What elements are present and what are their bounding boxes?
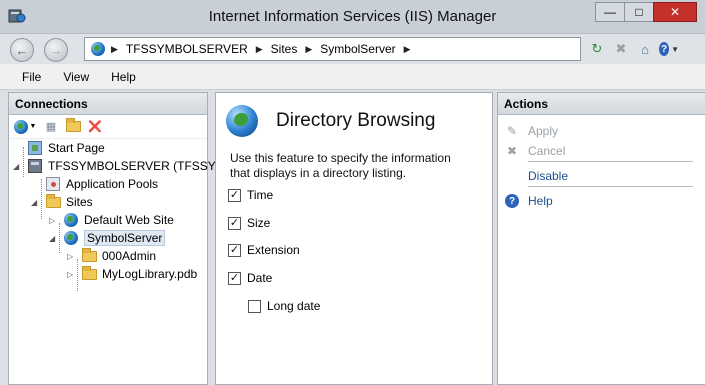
tree-item-start-page[interactable]: Start Page [13, 139, 105, 157]
home-icon[interactable]: ⌂ [635, 39, 655, 59]
option-date[interactable]: ✓ Date [228, 271, 272, 285]
dropdown-arrow-icon[interactable]: ▼ [29, 119, 37, 135]
breadcrumb-sites[interactable]: Sites [271, 42, 298, 56]
crumb-separator-icon: ▶ [403, 43, 411, 54]
folder-icon [81, 265, 97, 280]
tree-item-symbolserver[interactable]: ◢ SymbolServer [49, 229, 166, 247]
sites-folder-icon [45, 193, 61, 208]
window-controls: — □ ✕ [595, 2, 697, 22]
breadcrumb-server[interactable]: TFSSYMBOLSERVER [126, 42, 248, 56]
address-bar[interactable]: ▶ TFSSYMBOLSERVER ▶ Sites ▶ SymbolServer… [84, 37, 581, 61]
minimize-button[interactable]: — [595, 2, 625, 22]
menu-help[interactable]: Help [111, 70, 136, 84]
tree-item-server[interactable]: ◢ TFSSYMBOLSERVER (TFSSYM [13, 157, 226, 175]
website-globe-icon [64, 213, 78, 227]
expand-arrow-icon[interactable]: ▷ [67, 252, 77, 261]
forward-button[interactable]: → [44, 38, 68, 62]
cancel-icon: ✖ [506, 144, 518, 158]
server-icon [28, 159, 42, 173]
feature-description: Use this feature to specify the informat… [230, 151, 451, 180]
folder-icon [81, 247, 97, 262]
menu-view[interactable]: View [63, 70, 89, 84]
time-label: Time [247, 188, 274, 202]
apply-action[interactable]: ✎ Apply [504, 123, 558, 139]
help-dropdown-icon[interactable]: ? ▼ [659, 39, 679, 59]
breadcrumb-site[interactable]: SymbolServer [320, 42, 395, 56]
stop-icon[interactable]: ✖ [611, 39, 631, 59]
help-icon: ? [505, 194, 519, 208]
up-folder-icon[interactable] [65, 118, 81, 135]
connect-globe-icon[interactable] [13, 119, 29, 135]
cancel-action[interactable]: ✖ Cancel [504, 143, 565, 159]
refresh-icon[interactable]: ↻ [587, 39, 607, 59]
long-date-label: Long date [267, 299, 321, 313]
globe-icon [91, 42, 105, 56]
crumb-separator-icon: ▶ [255, 43, 263, 54]
maximize-button[interactable]: □ [624, 2, 654, 22]
navigation-bar: ← → ▶ TFSSYMBOLSERVER ▶ Sites ▶ SymbolSe… [0, 34, 705, 64]
extension-checkbox[interactable]: ✓ [228, 243, 241, 257]
menu-file[interactable]: File [22, 70, 41, 84]
disable-action[interactable]: Disable [504, 168, 568, 184]
crumb-separator-icon: ▶ [111, 43, 118, 54]
option-time[interactable]: ✓ Time [228, 188, 273, 202]
back-button[interactable]: ← [10, 38, 34, 62]
save-icon[interactable]: ▦ [43, 119, 59, 135]
size-label: Size [247, 216, 271, 230]
apply-icon: ✎ [506, 124, 518, 138]
nav-toolbar: ↻ ✖ ⌂ ? ▼ [587, 39, 679, 59]
actions-header: Actions [498, 93, 705, 115]
menu-bar: File View Help [0, 64, 705, 90]
collapse-arrow-icon[interactable]: ◢ [31, 198, 41, 207]
tree-item-application-pools[interactable]: Application Pools [31, 175, 158, 193]
collapse-arrow-icon[interactable]: ◢ [13, 162, 23, 171]
actions-panel: Actions ✎ Apply ✖ Cancel Disable ? Help [497, 92, 705, 385]
disconnect-icon[interactable]: ❌ [87, 119, 103, 135]
tree-item-default-web-site[interactable]: ▷ Default Web Site [49, 211, 174, 229]
option-long-date[interactable]: Long date [248, 299, 320, 313]
application-pools-icon [46, 177, 60, 191]
help-action[interactable]: ? Help [504, 193, 553, 209]
long-date-checkbox[interactable] [248, 299, 261, 313]
connections-tree: Start Page ◢ TFSSYMBOLSERVER (TFSSYM App… [9, 139, 226, 291]
crumb-separator-icon: ▶ [305, 43, 313, 54]
option-extension[interactable]: ✓ Extension [228, 243, 300, 257]
website-globe-icon [64, 231, 78, 245]
time-checkbox[interactable]: ✓ [228, 188, 241, 202]
directory-browsing-icon [226, 105, 258, 137]
close-button[interactable]: ✕ [653, 2, 697, 22]
tree-item-000admin[interactable]: ▷ 000Admin [67, 247, 156, 265]
title-bar: Internet Information Services (IIS) Mana… [0, 0, 705, 34]
tree-item-myloglibrary[interactable]: ▷ MyLogLibrary.pdb [67, 265, 197, 283]
feature-header: Directory Browsing [226, 105, 435, 137]
date-checkbox[interactable]: ✓ [228, 271, 241, 285]
date-label: Date [247, 271, 273, 285]
actions-divider [528, 186, 693, 187]
feature-title: Directory Browsing [276, 110, 436, 131]
option-size[interactable]: ✓ Size [228, 216, 270, 230]
actions-divider [528, 161, 693, 162]
expand-arrow-icon[interactable]: ▷ [49, 216, 59, 225]
expand-arrow-icon[interactable]: ▷ [67, 270, 77, 279]
connections-toolbar: ▼ ▦ ❌ [9, 115, 207, 139]
forward-arrow-icon: → [49, 42, 63, 58]
connections-header: Connections [9, 93, 207, 115]
tree-item-sites[interactable]: ◢ Sites [31, 193, 93, 211]
connections-panel: Connections ▼ ▦ ❌ Start Page ◢ TFSSYMBOL… [8, 92, 226, 385]
size-checkbox[interactable]: ✓ [228, 216, 241, 230]
collapse-arrow-icon[interactable]: ◢ [49, 234, 59, 243]
extension-label: Extension [247, 243, 300, 257]
start-page-icon [28, 141, 42, 155]
back-arrow-icon: ← [15, 42, 29, 58]
feature-panel: Directory Browsing Use this feature to s… [215, 92, 493, 385]
